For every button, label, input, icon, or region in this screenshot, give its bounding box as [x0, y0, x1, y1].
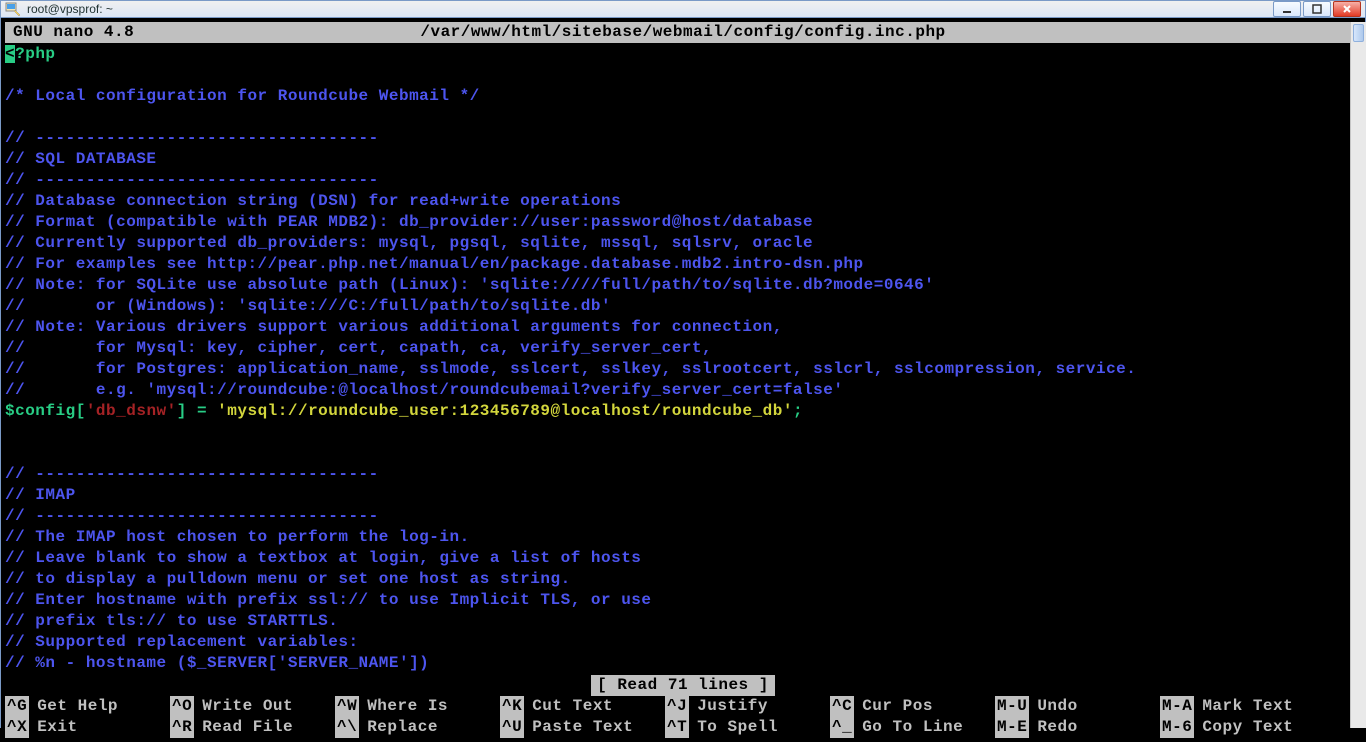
shortcut-key: ^W — [335, 696, 359, 717]
code-var: $config — [5, 402, 76, 420]
shortcut-item: ^K Cut Text — [500, 696, 665, 717]
code-comment: // ---------------------------------- — [5, 507, 379, 525]
code-comment: // Currently supported db_providers: mys… — [5, 234, 813, 252]
code-comment: // Leave blank to show a textbox at logi… — [5, 549, 641, 567]
code-comment: // The IMAP host chosen to perform the l… — [5, 528, 470, 546]
code-comment: // Database connection string (DSN) for … — [5, 192, 621, 210]
code-comment: // IMAP — [5, 486, 76, 504]
code-comment: // for Postgres: application_name, sslmo… — [5, 360, 1136, 378]
code-comment: // For examples see http://pear.php.net/… — [5, 255, 864, 273]
titlebar[interactable]: root@vpsprof: ~ — [1, 1, 1365, 18]
shortcut-item: ^C Cur Pos — [830, 696, 995, 717]
code-comment: // ---------------------------------- — [5, 171, 379, 189]
code-comment: // Format (compatible with PEAR MDB2): d… — [5, 213, 813, 231]
maximize-button[interactable] — [1303, 1, 1331, 17]
shortcut-action: Mark Text — [1202, 696, 1293, 717]
shortcut-key: M-A — [1160, 696, 1194, 717]
code-comment: // for Mysql: key, cipher, cert, capath,… — [5, 339, 712, 357]
shortcut-action: Justify — [697, 696, 768, 717]
code-comment: // SQL DATABASE — [5, 150, 157, 168]
nano-header: GNU nano 4.8 /var/www/html/sitebase/webm… — [5, 22, 1361, 43]
code-comment: // or (Windows): 'sqlite:///C:/full/path… — [5, 297, 611, 315]
nano-shortcuts: ^G Get Help ^O Write Out ^W Where Is ^K Cut Tex… — [5, 696, 1361, 738]
shortcut-action: Get Help — [37, 696, 118, 717]
shortcut-key: ^K — [500, 696, 524, 717]
nano-file-path: /var/www/html/sitebase/webmail/config/co… — [173, 22, 1193, 43]
code-comment: // Note: for SQLite use absolute path (L… — [5, 276, 934, 294]
cursor: < — [5, 45, 15, 63]
shortcut-key: M-U — [995, 696, 1029, 717]
shortcut-action: Where Is — [367, 696, 448, 717]
shortcut-action: Undo — [1037, 696, 1077, 717]
code-comment: // Enter hostname with prefix ssl:// to … — [5, 591, 652, 609]
minimize-button[interactable] — [1273, 1, 1301, 17]
shortcut-action: Cur Pos — [862, 696, 933, 717]
shortcut-item: ^O Write Out — [170, 696, 335, 717]
code-comment: // e.g. 'mysql://roundcube:@localhost/ro… — [5, 381, 843, 399]
shortcut-item: M-A Mark Text — [1160, 696, 1325, 717]
shortcut-item: ^G Get Help — [5, 696, 170, 717]
shortcut-action: Cut Text — [532, 696, 613, 717]
window-controls — [1273, 1, 1361, 17]
shortcut-key: ^G — [5, 696, 29, 717]
shortcut-item: ^J Justify — [665, 696, 830, 717]
code-comment: /* Local configuration for Roundcube Web… — [5, 87, 480, 105]
shortcut-action: Write Out — [202, 696, 293, 717]
editor-body[interactable]: <?php /* Local configuration for Roundcu… — [5, 43, 1361, 675]
code-string: 'mysql://roundcube_user:123456789@localh… — [217, 402, 793, 420]
shortcut-key: ^O — [170, 696, 194, 717]
shortcut-key: ^C — [830, 696, 854, 717]
code-comment: // ---------------------------------- — [5, 129, 379, 147]
code-comment: // Note: Various drivers support various… — [5, 318, 783, 336]
shortcut-key: ^J — [665, 696, 689, 717]
nano-status: [ Read 71 lines ] — [5, 675, 1361, 696]
shortcut-item: ^W Where Is — [335, 696, 500, 717]
code-comment: // prefix tls:// to use STARTTLS. — [5, 612, 338, 630]
code-key: 'db_dsnw' — [86, 402, 177, 420]
window-title: root@vpsprof: ~ — [27, 2, 1273, 16]
code-comment: // to display a pulldown menu or set one… — [5, 570, 571, 588]
terminal[interactable]: GNU nano 4.8 /var/www/html/sitebase/webm… — [1, 18, 1365, 742]
nano-version: GNU nano 4.8 — [13, 22, 173, 43]
scrollbar[interactable] — [1350, 22, 1366, 728]
putty-window: root@vpsprof: ~ GNU nano 4.8 /var/www/ht… — [0, 0, 1366, 728]
putty-icon — [5, 1, 21, 17]
code-comment: // ---------------------------------- — [5, 465, 379, 483]
shortcut-item: M-U Undo — [995, 696, 1160, 717]
close-button[interactable] — [1333, 1, 1361, 17]
code-comment: // Supported replacement variables: — [5, 633, 359, 651]
code-comment: // %n - hostname ($_SERVER['SERVER_NAME'… — [5, 654, 429, 672]
scrollbar-thumb[interactable] — [1353, 24, 1364, 42]
